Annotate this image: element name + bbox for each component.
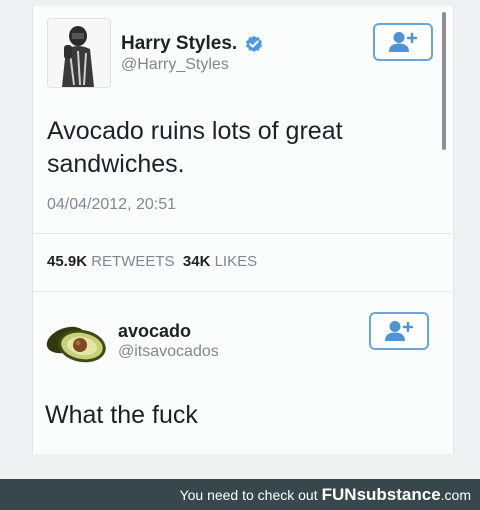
tweet-text: Avocado ruins lots of great sandwiches. — [47, 117, 343, 178]
watermark-footer: You need to check out FUNsubstance .com — [0, 479, 480, 510]
person-photo-icon — [48, 19, 110, 87]
likes-label[interactable]: LIKES — [215, 253, 258, 270]
likes-count[interactable]: 34K — [183, 253, 211, 270]
display-name[interactable]: Harry Styles. — [121, 33, 237, 55]
avocado-avatar[interactable] — [44, 318, 108, 366]
add-user-icon — [385, 321, 414, 341]
tweet-timestamp[interactable]: 04/04/2012, 20:51 — [47, 196, 176, 214]
verified-badge-icon — [246, 35, 262, 52]
retweets-label[interactable]: RETWEETS — [91, 253, 174, 270]
user-handle[interactable]: @itsavocados — [118, 343, 219, 361]
tweet-stats: 45.9K RETWEETS 34K LIKES — [47, 253, 257, 270]
display-name[interactable]: avocado — [118, 321, 191, 342]
brand-logo: FUNsubstance — [321, 484, 441, 504]
retweets-count[interactable]: 45.9K — [47, 253, 87, 270]
user-handle[interactable]: @Harry_Styles — [121, 56, 229, 74]
footer-prefix: You need to check out — [179, 486, 318, 503]
follow-button[interactable] — [373, 23, 433, 61]
divider — [33, 291, 451, 292]
tweet-text: What the fuck — [45, 401, 198, 429]
avatar[interactable] — [47, 18, 111, 88]
divider — [33, 233, 451, 234]
follow-button[interactable] — [369, 312, 429, 350]
scrollbar[interactable] — [442, 12, 446, 150]
brand-domain: .com — [440, 486, 471, 503]
add-user-icon — [389, 32, 418, 52]
